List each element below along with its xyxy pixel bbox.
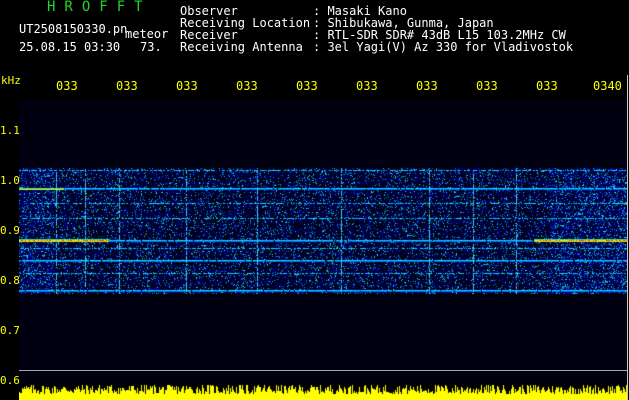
baseline-line <box>19 370 628 371</box>
x-tick: 033 <box>416 79 438 93</box>
y-tick: 0.6 <box>0 374 20 387</box>
x-tick: 033 <box>476 79 498 93</box>
info-value-antenna: : 3el Yagi(V) Az 330 for Vladivostok <box>313 40 574 54</box>
spectrogram-plot <box>19 100 628 383</box>
info-label-antenna: Receiving Antenna <box>180 40 303 54</box>
file-name: UT2508150330.pn <box>19 22 128 36</box>
x-tick: 033 <box>56 79 78 93</box>
meteor-count: 73. <box>140 40 162 54</box>
y-tick: 0.7 <box>0 324 20 337</box>
waterfall-canvas <box>19 100 628 383</box>
y-tick: 1.0 <box>0 174 20 187</box>
x-tick: 033 <box>536 79 558 93</box>
y-tick: 1.1 <box>0 124 20 137</box>
x-tick: 033 <box>176 79 198 93</box>
file-name-suffix: meteor <box>125 27 169 41</box>
x-tick: 033 <box>356 79 378 93</box>
signal-level-bars <box>19 377 628 400</box>
right-border-line <box>627 75 628 400</box>
app-title: HROFFT <box>47 0 152 15</box>
capture-datetime: 25.08.15 03:30 <box>19 40 121 54</box>
x-tick: 033 <box>116 79 138 93</box>
x-tick: 033 <box>236 79 258 93</box>
x-tick: 033 <box>296 79 318 93</box>
y-tick: 0.9 <box>0 224 20 237</box>
x-tick: 0340 <box>593 79 622 93</box>
y-axis-unit: kHz <box>1 74 21 87</box>
y-tick: 0.8 <box>0 274 20 287</box>
